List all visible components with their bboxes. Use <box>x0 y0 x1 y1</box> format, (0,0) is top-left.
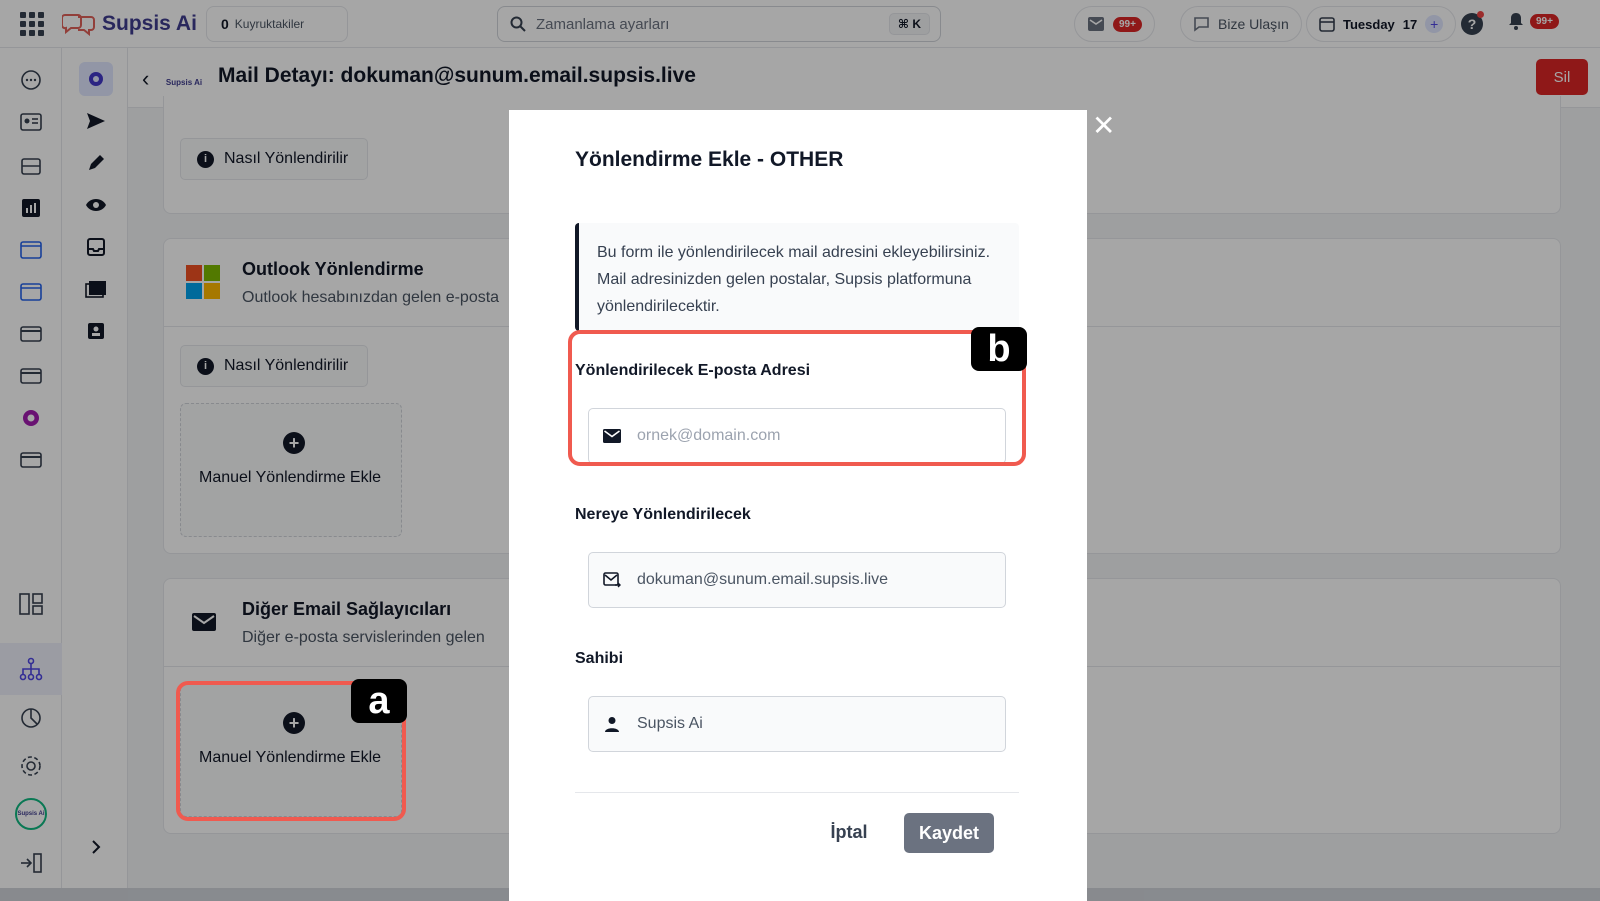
close-icon[interactable]: ✕ <box>1092 112 1115 140</box>
annotation-tag-a: a <box>351 679 407 723</box>
modal-divider <box>575 792 1019 793</box>
save-button[interactable]: Kaydet <box>904 813 994 853</box>
owner-value: Supsis Ai <box>637 715 703 732</box>
cancel-button[interactable]: İptal <box>814 815 884 849</box>
add-forwarding-modal: Yönlendirme Ekle - OTHER Bu form ile yön… <box>509 110 1087 901</box>
annotation-tag-b: b <box>971 327 1027 371</box>
modal-notice: Bu form ile yönlendirilecek mail adresin… <box>575 223 1019 331</box>
target-field: dokuman@sunum.email.supsis.live <box>588 552 1006 608</box>
owner-label: Sahibi <box>575 650 624 667</box>
mail-forward-icon <box>589 572 635 588</box>
target-value: dokuman@sunum.email.supsis.live <box>637 571 889 588</box>
target-label: Nereye Yönlendirilecek <box>575 506 751 523</box>
annotation-highlight-b <box>568 330 1026 466</box>
modal-title: Yönlendirme Ekle - OTHER <box>575 148 844 171</box>
owner-field: Supsis Ai <box>588 696 1006 752</box>
person-icon <box>589 716 635 732</box>
